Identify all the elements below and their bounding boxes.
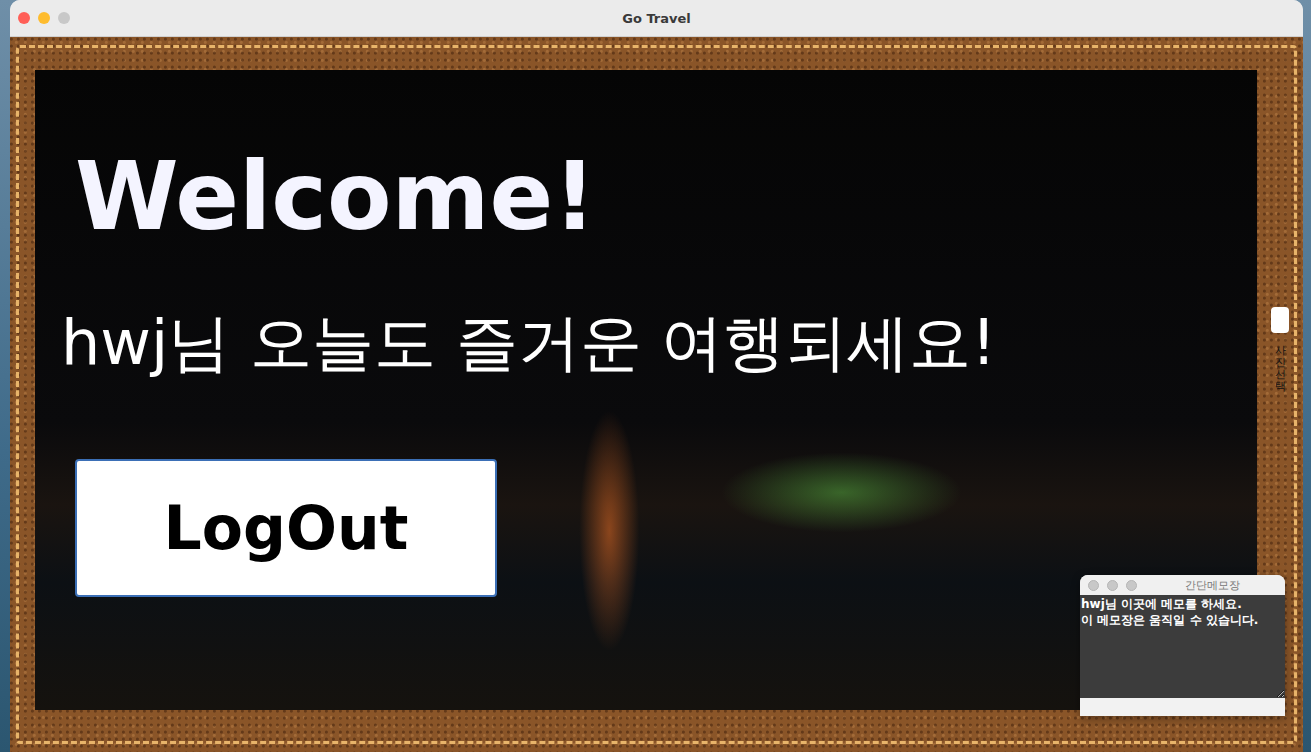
photo-select-button[interactable]: 사진 선택 [1271,307,1289,393]
minimize-button[interactable] [38,12,50,24]
memo-window[interactable]: 간단메모장 [1080,575,1285,716]
background-photo: Welcome! hwj님 오늘도 즐거운 여행되세요! LogOut [35,70,1257,710]
memo-title-bar[interactable]: 간단메모장 [1080,575,1285,595]
greeting-text: hwj님 오늘도 즐거운 여행되세요! [61,309,996,377]
logout-button[interactable]: LogOut [75,459,497,597]
desktop: Go Travel Welcome! hwj님 오늘도 즐거운 여행되세요! LogO… [0,0,1311,752]
memo-controls [1080,580,1137,591]
title-bar[interactable]: Go Travel [10,0,1303,37]
memo-title: 간단메모장 [1140,578,1285,593]
memo-footer [1080,698,1285,716]
memo-textarea[interactable] [1080,595,1285,698]
welcome-heading: Welcome! [75,148,596,247]
photo-select-label: 사진 선택 [1275,345,1286,393]
memo-minimize-button[interactable] [1107,580,1118,591]
memo-close-button[interactable] [1088,580,1099,591]
side-handle [1271,307,1289,333]
window-controls [10,12,70,24]
zoom-button[interactable] [58,12,70,24]
memo-zoom-button[interactable] [1126,580,1137,591]
window-title: Go Travel [10,11,1303,26]
close-button[interactable] [18,12,30,24]
